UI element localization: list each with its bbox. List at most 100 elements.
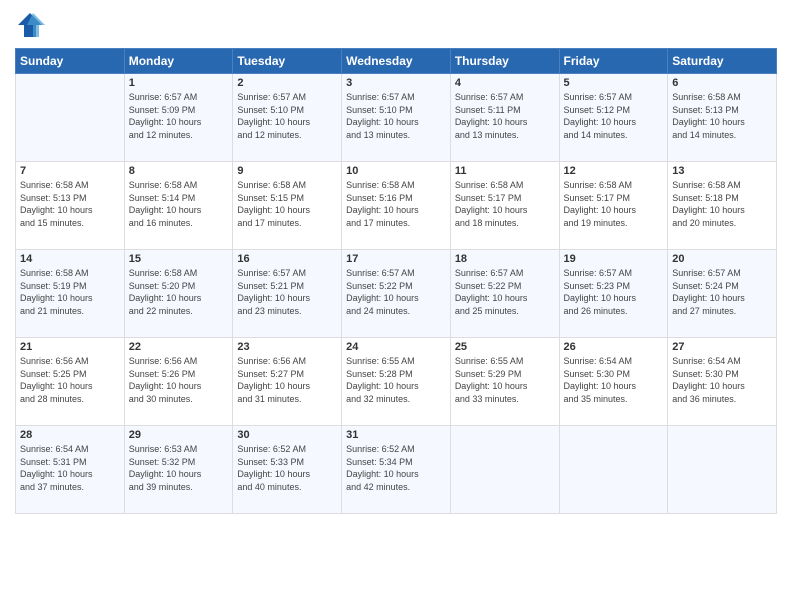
day-number: 12 [564,165,664,177]
week-row-1: 1 Sunrise: 6:57 AM Sunset: 5:09 PM Daylig… [16,74,777,162]
calendar-cell: 31 Sunrise: 6:52 AM Sunset: 5:34 PM Dayli… [342,426,451,514]
day-number: 17 [346,253,446,265]
day-info: Sunrise: 6:58 AM Sunset: 5:20 PM Dayligh… [129,267,229,317]
col-header-saturday: Saturday [668,49,777,74]
day-number: 28 [20,429,120,441]
calendar-cell: 19Sunrise: 6:57 AM Sunset: 5:23 PM Dayli… [559,250,668,338]
day-info: Sunrise: 6:58 AM Sunset: 5:17 PM Dayligh… [455,179,555,229]
day-number: 22 [129,341,229,353]
day-info: Sunrise: 6:57 AM Sunset: 5:10 PM Dayligh… [346,91,446,141]
day-info: Sunrise: 6:53 AM Sunset: 5:32 PM Dayligh… [129,443,229,493]
calendar-cell: 28 Sunrise: 6:54 AM Sunset: 5:31 PM Dayli… [16,426,125,514]
day-info: Sunrise: 6:57 AM Sunset: 5:21 PM Dayligh… [237,267,337,317]
logo-icon [15,10,45,40]
day-number: 23 [237,341,337,353]
day-number: 3 [346,77,446,89]
calendar-cell: 5 Sunrise: 6:57 AM Sunset: 5:12 PM Daylig… [559,74,668,162]
day-number: 25 [455,341,555,353]
day-info: Sunrise: 6:55 AM Sunset: 5:28 PM Dayligh… [346,355,446,405]
day-number: 8 [129,165,229,177]
calendar-cell: 25 Sunrise: 6:55 AM Sunset: 5:29 PM Dayli… [450,338,559,426]
day-number: 30 [237,429,337,441]
calendar-cell: 22 Sunrise: 6:56 AM Sunset: 5:26 PM Dayli… [124,338,233,426]
calendar-cell [559,426,668,514]
day-number: 9 [237,165,337,177]
calendar-cell: 9 Sunrise: 6:58 AM Sunset: 5:15 PM Daylig… [233,162,342,250]
day-info: Sunrise: 6:55 AM Sunset: 5:29 PM Dayligh… [455,355,555,405]
day-info: Sunrise: 6:57 AM Sunset: 5:23 PM Dayligh… [564,267,664,317]
calendar-cell: 26 Sunrise: 6:54 AM Sunset: 5:30 PM Dayli… [559,338,668,426]
day-number: 29 [129,429,229,441]
day-number: 1 [129,77,229,89]
day-info: Sunrise: 6:58 AM Sunset: 5:15 PM Dayligh… [237,179,337,229]
calendar-cell: 11 Sunrise: 6:58 AM Sunset: 5:17 PM Dayli… [450,162,559,250]
day-number: 21 [20,341,120,353]
day-info: Sunrise: 6:57 AM Sunset: 5:24 PM Dayligh… [672,267,772,317]
day-number: 14 [20,253,120,265]
day-number: 24 [346,341,446,353]
calendar-cell: 8Sunrise: 6:58 AM Sunset: 5:14 PM Daylig… [124,162,233,250]
day-info: Sunrise: 6:58 AM Sunset: 5:17 PM Dayligh… [564,179,664,229]
calendar-cell: 7Sunrise: 6:58 AM Sunset: 5:13 PM Daylig… [16,162,125,250]
logo [15,10,49,40]
calendar-cell [450,426,559,514]
header-row: SundayMondayTuesdayWednesdayThursdayFrid… [16,49,777,74]
day-info: Sunrise: 6:54 AM Sunset: 5:30 PM Dayligh… [564,355,664,405]
calendar-cell: 3 Sunrise: 6:57 AM Sunset: 5:10 PM Daylig… [342,74,451,162]
day-number: 13 [672,165,772,177]
day-info: Sunrise: 6:57 AM Sunset: 5:10 PM Dayligh… [237,91,337,141]
col-header-tuesday: Tuesday [233,49,342,74]
day-number: 31 [346,429,446,441]
col-header-monday: Monday [124,49,233,74]
day-number: 5 [564,77,664,89]
week-row-2: 7Sunrise: 6:58 AM Sunset: 5:13 PM Daylig… [16,162,777,250]
calendar-cell: 29 Sunrise: 6:53 AM Sunset: 5:32 PM Dayli… [124,426,233,514]
week-row-5: 28 Sunrise: 6:54 AM Sunset: 5:31 PM Dayli… [16,426,777,514]
calendar-table: SundayMondayTuesdayWednesdayThursdayFrid… [15,48,777,514]
day-info: Sunrise: 6:57 AM Sunset: 5:22 PM Dayligh… [346,267,446,317]
calendar-cell: 23 Sunrise: 6:56 AM Sunset: 5:27 PM Dayli… [233,338,342,426]
day-number: 6 [672,77,772,89]
calendar-cell: 20 Sunrise: 6:57 AM Sunset: 5:24 PM Dayli… [668,250,777,338]
day-info: Sunrise: 6:54 AM Sunset: 5:31 PM Dayligh… [20,443,120,493]
day-info: Sunrise: 6:52 AM Sunset: 5:33 PM Dayligh… [237,443,337,493]
day-info: Sunrise: 6:52 AM Sunset: 5:34 PM Dayligh… [346,443,446,493]
day-info: Sunrise: 6:56 AM Sunset: 5:27 PM Dayligh… [237,355,337,405]
calendar-cell: 17 Sunrise: 6:57 AM Sunset: 5:22 PM Dayli… [342,250,451,338]
day-number: 7 [20,165,120,177]
day-number: 4 [455,77,555,89]
day-number: 20 [672,253,772,265]
day-info: Sunrise: 6:58 AM Sunset: 5:16 PM Dayligh… [346,179,446,229]
week-row-4: 21 Sunrise: 6:56 AM Sunset: 5:25 PM Dayli… [16,338,777,426]
day-info: Sunrise: 6:58 AM Sunset: 5:19 PM Dayligh… [20,267,120,317]
day-info: Sunrise: 6:58 AM Sunset: 5:13 PM Dayligh… [672,91,772,141]
calendar-cell: 6 Sunrise: 6:58 AM Sunset: 5:13 PM Daylig… [668,74,777,162]
calendar-cell [16,74,125,162]
calendar-cell: 24 Sunrise: 6:55 AM Sunset: 5:28 PM Dayli… [342,338,451,426]
header [15,10,777,40]
day-number: 10 [346,165,446,177]
day-number: 11 [455,165,555,177]
calendar-cell: 12 Sunrise: 6:58 AM Sunset: 5:17 PM Dayli… [559,162,668,250]
day-number: 16 [237,253,337,265]
page: SundayMondayTuesdayWednesdayThursdayFrid… [0,0,792,612]
calendar-cell: 21 Sunrise: 6:56 AM Sunset: 5:25 PM Dayli… [16,338,125,426]
calendar-cell: 13Sunrise: 6:58 AM Sunset: 5:18 PM Dayli… [668,162,777,250]
day-number: 2 [237,77,337,89]
day-info: Sunrise: 6:57 AM Sunset: 5:22 PM Dayligh… [455,267,555,317]
week-row-3: 14 Sunrise: 6:58 AM Sunset: 5:19 PM Dayli… [16,250,777,338]
day-info: Sunrise: 6:57 AM Sunset: 5:12 PM Dayligh… [564,91,664,141]
calendar-cell: 10 Sunrise: 6:58 AM Sunset: 5:16 PM Dayli… [342,162,451,250]
calendar-cell: 16 Sunrise: 6:57 AM Sunset: 5:21 PM Dayli… [233,250,342,338]
day-info: Sunrise: 6:57 AM Sunset: 5:09 PM Dayligh… [129,91,229,141]
day-number: 27 [672,341,772,353]
calendar-cell: 14 Sunrise: 6:58 AM Sunset: 5:19 PM Dayli… [16,250,125,338]
col-header-thursday: Thursday [450,49,559,74]
calendar-cell [668,426,777,514]
day-info: Sunrise: 6:56 AM Sunset: 5:25 PM Dayligh… [20,355,120,405]
day-info: Sunrise: 6:56 AM Sunset: 5:26 PM Dayligh… [129,355,229,405]
calendar-cell: 30 Sunrise: 6:52 AM Sunset: 5:33 PM Dayli… [233,426,342,514]
calendar-cell: 18Sunrise: 6:57 AM Sunset: 5:22 PM Dayli… [450,250,559,338]
day-number: 26 [564,341,664,353]
calendar-cell: 27Sunrise: 6:54 AM Sunset: 5:30 PM Dayli… [668,338,777,426]
